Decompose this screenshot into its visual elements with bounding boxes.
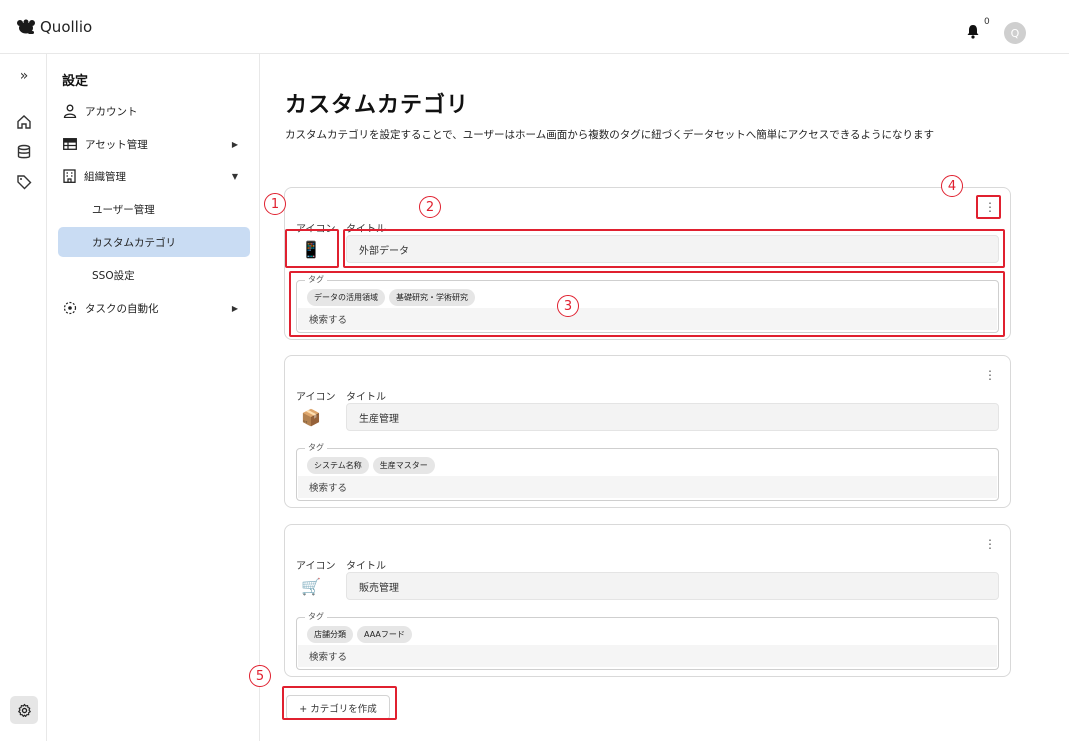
tag-chips: システム名称 生産マスター [307, 457, 435, 474]
annotation-number-1: 1 [264, 193, 286, 215]
icon-label: アイコン [296, 224, 336, 235]
tag-field: タグ システム名称 生産マスター 検索する [296, 442, 999, 501]
icon-label: アイコン [296, 561, 336, 572]
notification-count: 0 [984, 17, 990, 27]
collapse-arrow-down-icon: ▼ [231, 171, 238, 181]
tag-label: タグ [305, 611, 327, 622]
title-label: タイトル [346, 224, 386, 235]
title-label: タイトル [346, 561, 386, 572]
tag-chip[interactable]: 基礎研究・学術研究 [389, 289, 475, 306]
page-title: カスタムカテゴリ [285, 93, 470, 118]
title-input[interactable]: 販売管理 [346, 572, 999, 600]
title-input[interactable]: 外部データ [346, 235, 999, 263]
tag-search-input[interactable]: 検索する [298, 645, 997, 667]
annotation-number-2: 2 [419, 196, 441, 218]
icon-rail: » [0, 54, 47, 741]
menu-item-org-management[interactable]: 組織管理 ▼ [58, 162, 248, 190]
menu-item-custom-category[interactable]: カスタムカテゴリ [58, 227, 250, 257]
tag-chip[interactable]: データの活用領域 [307, 289, 385, 306]
quollio-logo-icon [17, 19, 35, 34]
tag-chip[interactable]: 店舗分類 [307, 626, 353, 643]
building-icon [63, 169, 76, 183]
title-input[interactable]: 生産管理 [346, 403, 999, 431]
quollio-logo[interactable]: Quollio [16, 18, 92, 36]
menu-item-org-management-label: 組織管理 [84, 170, 126, 183]
annotation-number-4: 4 [941, 175, 963, 197]
top-bar: Quollio 0 Q [0, 0, 1069, 54]
annotation-number-5: 5 [249, 665, 271, 687]
category-card: ⋮ アイコン タイトル 📦 生産管理 タグ システム名称 生産マスター 検索する [284, 355, 1011, 508]
tag-search-input[interactable]: 検索する [298, 476, 997, 498]
tag-chips: 店舗分類 AAAフード [307, 626, 412, 643]
settings-gear-icon[interactable] [10, 696, 38, 724]
settings-menu: 設定 アカウント アセット管理 ▶ 組織管理 ▼ ユーザー管理 カスタムカテゴリ… [48, 54, 260, 741]
user-avatar[interactable]: Q [1004, 22, 1026, 44]
category-card: ⋮ アイコン タイトル 🛒 販売管理 タグ 店舗分類 AAAフード 検索する [284, 524, 1011, 677]
automation-icon [63, 301, 77, 315]
annotation-number-3: 3 [557, 295, 579, 317]
category-card: ⋮ アイコン タイトル 📱 外部データ タグ データの活用領域 基礎研究・学術研… [284, 187, 1011, 340]
person-icon [63, 104, 77, 118]
package-box-icon[interactable]: 📦 [296, 403, 326, 431]
expand-sidebar-button[interactable]: » [14, 66, 34, 86]
shopping-cart-icon[interactable]: 🛒 [296, 572, 326, 600]
menu-item-asset-management-label: アセット管理 [85, 138, 148, 151]
tag-chip[interactable]: 生産マスター [372, 457, 435, 474]
tag-icon[interactable] [14, 172, 34, 192]
menu-item-task-automation-label: タスクの自動化 [85, 302, 159, 315]
page-description: カスタムカテゴリを設定することで、ユーザーはホーム画面から複数のタグに紐づくデー… [285, 129, 935, 141]
notification-bell-icon[interactable] [966, 24, 980, 39]
icon-label: アイコン [296, 392, 336, 403]
menu-item-user-management[interactable]: ユーザー管理 [58, 194, 250, 224]
menu-item-account[interactable]: アカウント [58, 97, 248, 125]
brand-name: Quollio [40, 18, 93, 36]
more-options-icon[interactable]: ⋮ [982, 537, 998, 553]
mobile-phone-icon[interactable]: 📱 [296, 235, 326, 263]
menu-item-account-label: アカウント [85, 105, 138, 118]
more-options-icon[interactable]: ⋮ [982, 368, 998, 384]
menu-title: 設定 [62, 74, 89, 89]
tag-chip[interactable]: システム名称 [307, 457, 369, 474]
tag-field: タグ データの活用領域 基礎研究・学術研究 検索する [296, 274, 999, 333]
tag-label: タグ [305, 442, 327, 453]
home-icon[interactable] [14, 112, 34, 132]
tag-search-input[interactable]: 検索する [298, 308, 997, 330]
main-content: カスタムカテゴリ カスタムカテゴリを設定することで、ユーザーはホーム画面から複数… [261, 54, 1069, 741]
tag-chip[interactable]: AAAフード [357, 626, 412, 643]
menu-item-task-automation[interactable]: タスクの自動化 ▶ [58, 294, 248, 322]
create-category-button[interactable]: + カテゴリを作成 [286, 695, 390, 720]
table-icon [63, 138, 77, 150]
menu-item-asset-management[interactable]: アセット管理 ▶ [58, 130, 248, 158]
expand-arrow-right-icon: ▶ [231, 139, 238, 149]
title-label: タイトル [346, 392, 386, 403]
expand-arrow-right-icon: ▶ [231, 303, 238, 313]
tag-chips: データの活用領域 基礎研究・学術研究 [307, 289, 475, 306]
menu-item-sso[interactable]: SSO設定 [58, 260, 250, 290]
tag-field: タグ 店舗分類 AAAフード 検索する [296, 611, 999, 670]
more-options-icon[interactable]: ⋮ [982, 200, 998, 216]
database-icon[interactable] [14, 142, 34, 162]
tag-label: タグ [305, 274, 327, 285]
